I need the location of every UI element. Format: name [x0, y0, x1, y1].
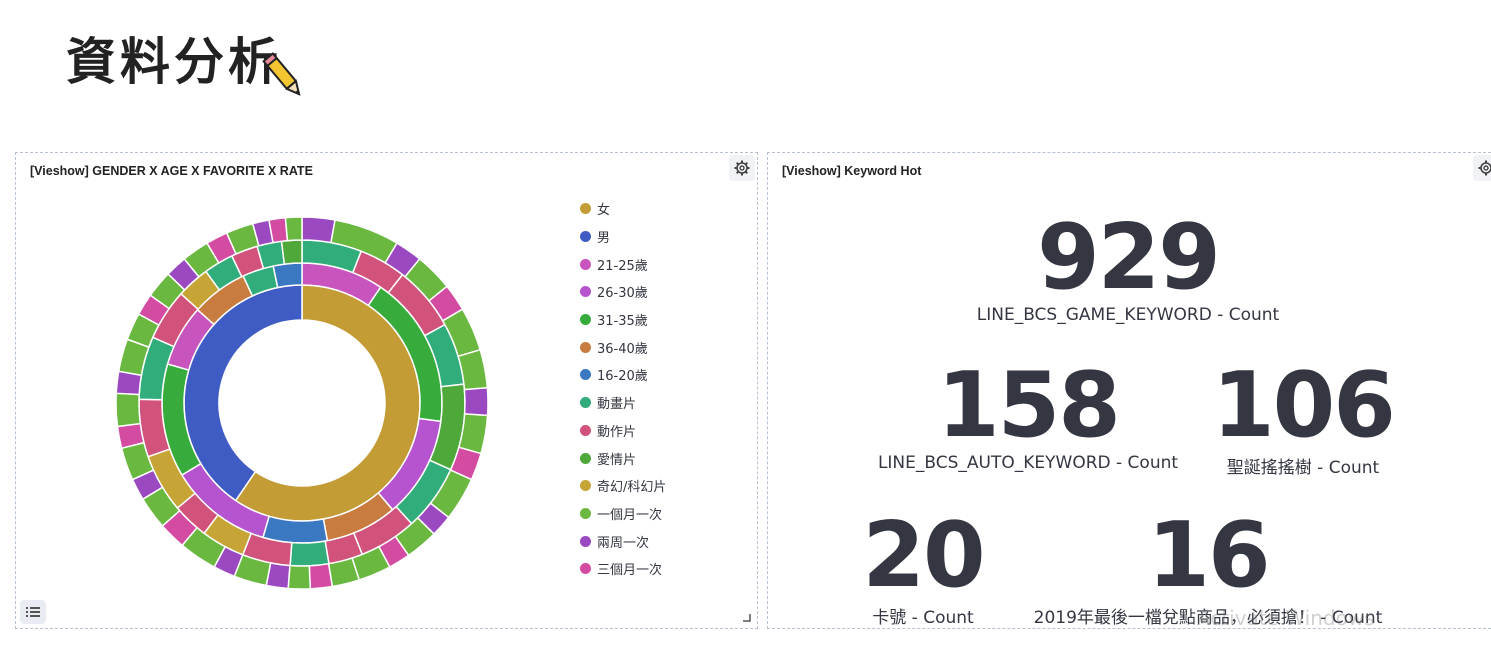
legend-swatch — [580, 258, 591, 270]
gear-icon — [1478, 160, 1491, 176]
legend-item[interactable]: 16-20歲 — [580, 361, 666, 389]
legend-swatch — [580, 397, 591, 409]
sunburst-segment[interactable] — [284, 216, 303, 242]
legend-label: 奇幻/科幻片 — [597, 480, 667, 496]
legend-swatch — [580, 424, 591, 436]
panel-settings-button[interactable] — [729, 155, 755, 181]
legend-label: 動作片 — [597, 424, 637, 440]
legend-swatch — [580, 231, 591, 243]
legend-label: 三個月一次 — [597, 563, 663, 579]
metric-card-number: 20 卡號 - Count — [823, 503, 1023, 629]
sunburst-segment[interactable] — [289, 540, 330, 567]
metric-label: 聖誕搖搖樹 - Count — [1226, 458, 1380, 478]
legend-item[interactable]: 女 — [580, 195, 666, 223]
sunburst-segment[interactable] — [272, 262, 303, 289]
keyword-panel: [Vieshow] Keyword Hot 929 LINE_BCS_GAME_… — [767, 152, 1491, 629]
legend-item[interactable]: 26-30歲 — [580, 278, 666, 306]
legend-label: 一個月一次 — [597, 507, 663, 523]
metric-value: 20 — [862, 503, 985, 608]
sunburst-segment[interactable] — [268, 216, 289, 244]
legend-label: 女 — [597, 203, 611, 219]
legend-label: 16-20歲 — [597, 369, 648, 385]
legend-swatch — [580, 341, 591, 353]
legend-swatch — [580, 563, 591, 575]
legend-label: 26-30歲 — [597, 286, 648, 302]
legend-swatch — [580, 535, 591, 547]
legend-label: 男 — [597, 231, 611, 247]
legend-item[interactable]: 一個月一次 — [580, 500, 666, 528]
legend-item[interactable]: 三個月一次 — [580, 555, 666, 583]
legend-item[interactable]: 奇幻/科幻片 — [580, 472, 666, 500]
metric-value: 929 — [1037, 205, 1221, 310]
legend-label: 兩周一次 — [597, 535, 650, 551]
metric-label: 卡號 - Count — [872, 608, 974, 628]
legend-swatch — [580, 203, 591, 215]
metric-value: 16 — [1147, 503, 1270, 608]
legend-swatch — [580, 286, 591, 298]
sunburst-segment[interactable] — [262, 515, 329, 544]
sunburst-segment[interactable] — [301, 216, 336, 244]
legend-toggle-button[interactable] — [20, 600, 46, 624]
legend-item[interactable]: 兩周一次 — [580, 527, 666, 555]
page-title: 資料分析 — [66, 33, 282, 91]
metric-christmas-tree: 106 聖誕搖搖樹 - Count — [1153, 353, 1453, 479]
gear-icon — [734, 160, 750, 176]
legend-swatch — [580, 452, 591, 464]
sunburst-segment[interactable] — [308, 562, 334, 590]
sunburst-chart — [115, 216, 489, 590]
legend-item[interactable]: 男 — [580, 223, 666, 251]
legend-label: 36-40歲 — [597, 341, 648, 357]
legend-item[interactable]: 21-25歲 — [580, 250, 666, 278]
sunburst-segment[interactable] — [287, 564, 312, 590]
legend-swatch — [580, 507, 591, 519]
sunburst-segment[interactable] — [115, 392, 142, 428]
sunburst-segment[interactable] — [280, 239, 303, 265]
legend-item[interactable]: 31-35歲 — [580, 306, 666, 334]
legend-swatch — [580, 369, 591, 381]
metric-game-keyword: 929 LINE_BCS_GAME_KEYWORD - Count — [928, 205, 1328, 326]
panel-settings-button[interactable] — [1473, 155, 1491, 181]
legend-item[interactable]: 動畫片 — [580, 389, 666, 417]
list-icon — [26, 607, 40, 617]
legend-swatch — [580, 480, 591, 492]
legend-item[interactable]: 愛情片 — [580, 444, 666, 472]
legend-label: 動畫片 — [597, 397, 637, 413]
legend-item[interactable]: 36-40歲 — [580, 333, 666, 361]
chart-legend: 女男 21-25歲 26-30歲 31-35歲 36-40歲 16-20歲 動畫片動作片愛情… — [580, 195, 666, 583]
pencil-icon — [262, 52, 301, 96]
legend-label: 21-25歲 — [597, 258, 648, 274]
sunburst-panel: [Vieshow] GENDER X AGE X FAVORITE X RATE… — [15, 152, 758, 629]
resize-handle-icon[interactable] — [743, 614, 751, 622]
metric-label: LINE_BCS_GAME_KEYWORD - Count — [976, 305, 1280, 325]
legend-swatch — [580, 314, 591, 326]
panel-title: [Vieshow] Keyword Hot — [782, 164, 922, 178]
activation-watermark: Activate Windows — [1197, 606, 1375, 630]
legend-item[interactable]: 動作片 — [580, 417, 666, 445]
legend-label: 愛情片 — [597, 452, 637, 468]
legend-label: 31-35歲 — [597, 314, 648, 330]
sunburst-segment[interactable] — [463, 386, 489, 417]
metric-value: 106 — [1212, 353, 1396, 458]
